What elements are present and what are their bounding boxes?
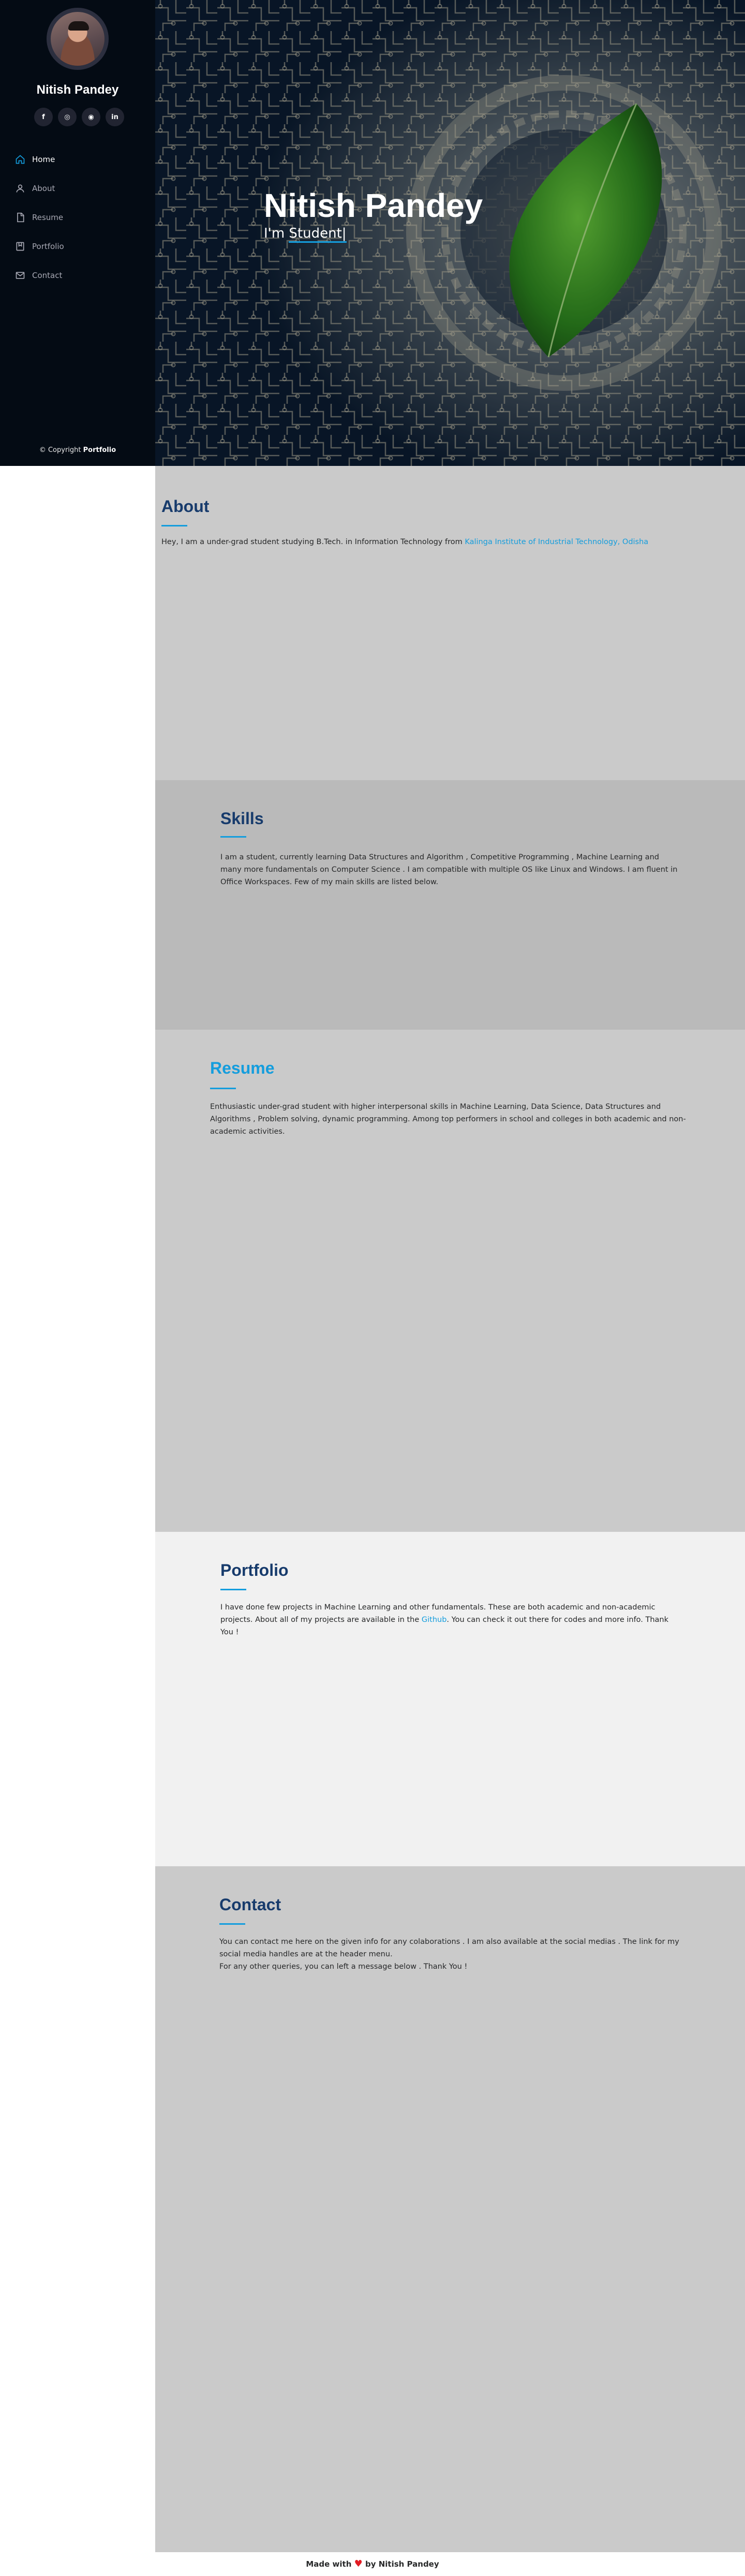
resume-section: Resume Enthusiastic under-grad student w… (155, 1030, 745, 1532)
about-title: About (161, 497, 210, 516)
skills-title: Skills (220, 809, 264, 828)
portfolio-text: I have done few projects in Machine Lear… (220, 1601, 681, 1638)
book-icon (14, 241, 26, 252)
profile-name: Nitish Pandey (36, 83, 119, 97)
nav-item-resume[interactable]: Resume (14, 203, 144, 232)
nav-label: About (32, 184, 55, 193)
skills-section: Skills I am a student, currently learnin… (155, 780, 745, 1030)
footer-suffix: by Nitish Pandey (362, 2559, 439, 2569)
about-title-underline (161, 525, 187, 526)
resume-title-underline (210, 1088, 236, 1089)
resume-title: Resume (210, 1059, 275, 1077)
home-icon (14, 154, 26, 165)
github-link[interactable]: Github (422, 1616, 447, 1624)
instagram-icon[interactable]: ◎ (58, 108, 77, 126)
copyright-prefix: © Copyright (39, 446, 83, 454)
contact-text-2: For any other queries, you can left a me… (219, 1963, 468, 1971)
nav-menu: Home About Resume Portfolio Contact (14, 145, 144, 290)
nav-item-about[interactable]: About (14, 174, 144, 203)
hero-subtitle: I'm Student| (264, 226, 347, 243)
copyright-brand: Portfolio (83, 446, 116, 454)
sidebar: Nitish Pandey f ◎ ◉ in Home About Resume (0, 0, 155, 466)
portfolio-section: Portfolio I have done few projects in Ma… (155, 1532, 745, 1866)
hero-background-image (155, 0, 745, 466)
skills-text: I am a student, currently learning Data … (220, 853, 678, 886)
about-section: About Hey, I am a under-grad student stu… (155, 466, 745, 780)
file-icon (14, 212, 26, 223)
hero-subtitle-prefix: I'm (264, 226, 289, 241)
footer-prefix: Made with (306, 2559, 354, 2569)
heart-icon: ♥ (354, 2558, 363, 2569)
contact-title-underline (219, 1923, 245, 1925)
avatar (47, 8, 109, 70)
copyright: © Copyright Portfolio (0, 446, 155, 454)
about-text-body: Hey, I am a under-grad student studying … (161, 538, 465, 546)
user-icon (14, 183, 26, 194)
hero-section: Nitish Pandey I'm Student| (155, 0, 745, 466)
typed-text: Student| (289, 226, 347, 243)
contact-text-1: You can contact me here on the given inf… (219, 1938, 679, 1958)
nav-item-home[interactable]: Home (14, 145, 144, 174)
resume-text: Enthusiastic under-grad student with hig… (210, 1103, 686, 1136)
mail-icon (14, 270, 26, 281)
college-link[interactable]: Kalinga Institute of Industrial Technolo… (465, 538, 648, 546)
portfolio-title: Portfolio (220, 1561, 289, 1579)
linkedin-icon[interactable]: in (106, 108, 124, 126)
nav-item-portfolio[interactable]: Portfolio (14, 232, 144, 261)
github-icon[interactable]: ◉ (82, 108, 100, 126)
nav-label: Home (32, 155, 55, 164)
contact-section: Contact You can contact me here on the g… (155, 1866, 745, 2552)
social-links: f ◎ ◉ in (34, 108, 124, 126)
hero-title: Nitish Pandey (264, 187, 483, 224)
portfolio-title-underline (220, 1589, 246, 1590)
footer: Made with ♥ by Nitish Pandey (0, 2552, 745, 2576)
nav-label: Resume (32, 213, 64, 222)
nav-label: Contact (32, 271, 63, 280)
nav-label: Portfolio (32, 242, 64, 251)
nav-item-contact[interactable]: Contact (14, 261, 144, 290)
skills-title-underline (220, 836, 246, 838)
contact-title: Contact (219, 1895, 281, 1914)
about-text: Hey, I am a under-grad student studying … (161, 536, 736, 548)
facebook-icon[interactable]: f (34, 108, 53, 126)
